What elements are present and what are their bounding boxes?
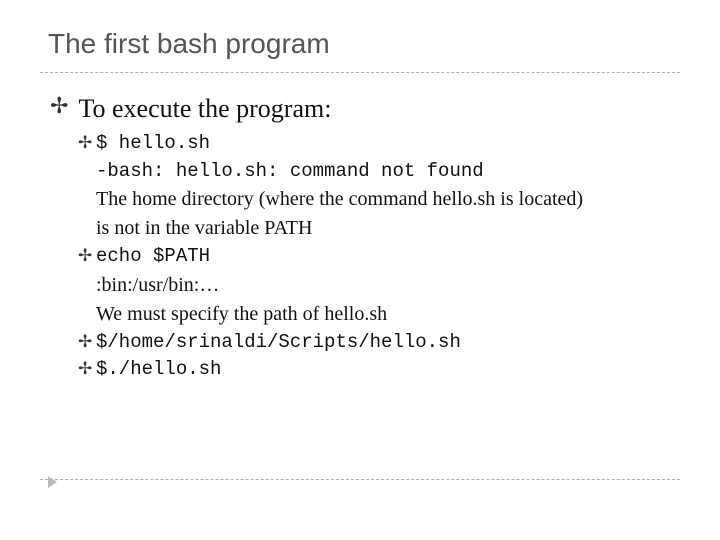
code-text: $ hello.sh xyxy=(96,130,210,158)
arrow-right-icon xyxy=(48,476,57,488)
divider-bottom xyxy=(40,479,680,480)
body-lines: ✢ $ hello.sh -bash: hello.sh: command no… xyxy=(50,130,680,384)
pilcrow-icon: ✢ xyxy=(78,243,96,269)
code-text: echo $PATH xyxy=(96,243,210,271)
line-cmd4: ✢ $./hello.sh xyxy=(78,356,680,384)
line-out2: :bin:/usr/bin:… xyxy=(78,271,680,300)
prose-text: The home directory (where the command he… xyxy=(96,185,583,214)
prose-text: :bin:/usr/bin:… xyxy=(96,271,219,300)
code-text: $./hello.sh xyxy=(96,356,221,384)
line-note1a: The home directory (where the command he… xyxy=(78,185,680,214)
prose-text: is not in the variable PATH xyxy=(96,214,312,243)
line-cmd2: ✢ echo $PATH xyxy=(78,243,680,271)
line-cmd3: ✢ $/home/srinaldi/Scripts/hello.sh xyxy=(78,329,680,357)
line-note2: We must specify the path of hello.sh xyxy=(78,300,680,329)
slide-title: The first bash program xyxy=(40,28,680,60)
content-area: ✢ To execute the program: ✢ $ hello.sh -… xyxy=(40,93,680,384)
pilcrow-icon: ✢ xyxy=(78,130,96,156)
divider-top xyxy=(40,72,680,73)
code-text: -bash: hello.sh: command not found xyxy=(96,158,484,186)
pilcrow-icon: ✢ xyxy=(78,329,96,355)
line-cmd1: ✢ $ hello.sh xyxy=(78,130,680,158)
main-heading: To execute the program: xyxy=(78,93,331,124)
line-err: -bash: hello.sh: command not found xyxy=(78,158,680,186)
main-bullet: ✢ To execute the program: xyxy=(50,93,680,124)
line-note1b: is not in the variable PATH xyxy=(78,214,680,243)
prose-text: We must specify the path of hello.sh xyxy=(96,300,387,329)
pilcrow-icon: ✢ xyxy=(78,356,96,382)
code-text: $/home/srinaldi/Scripts/hello.sh xyxy=(96,329,461,357)
pilcrow-icon: ✢ xyxy=(50,93,68,119)
